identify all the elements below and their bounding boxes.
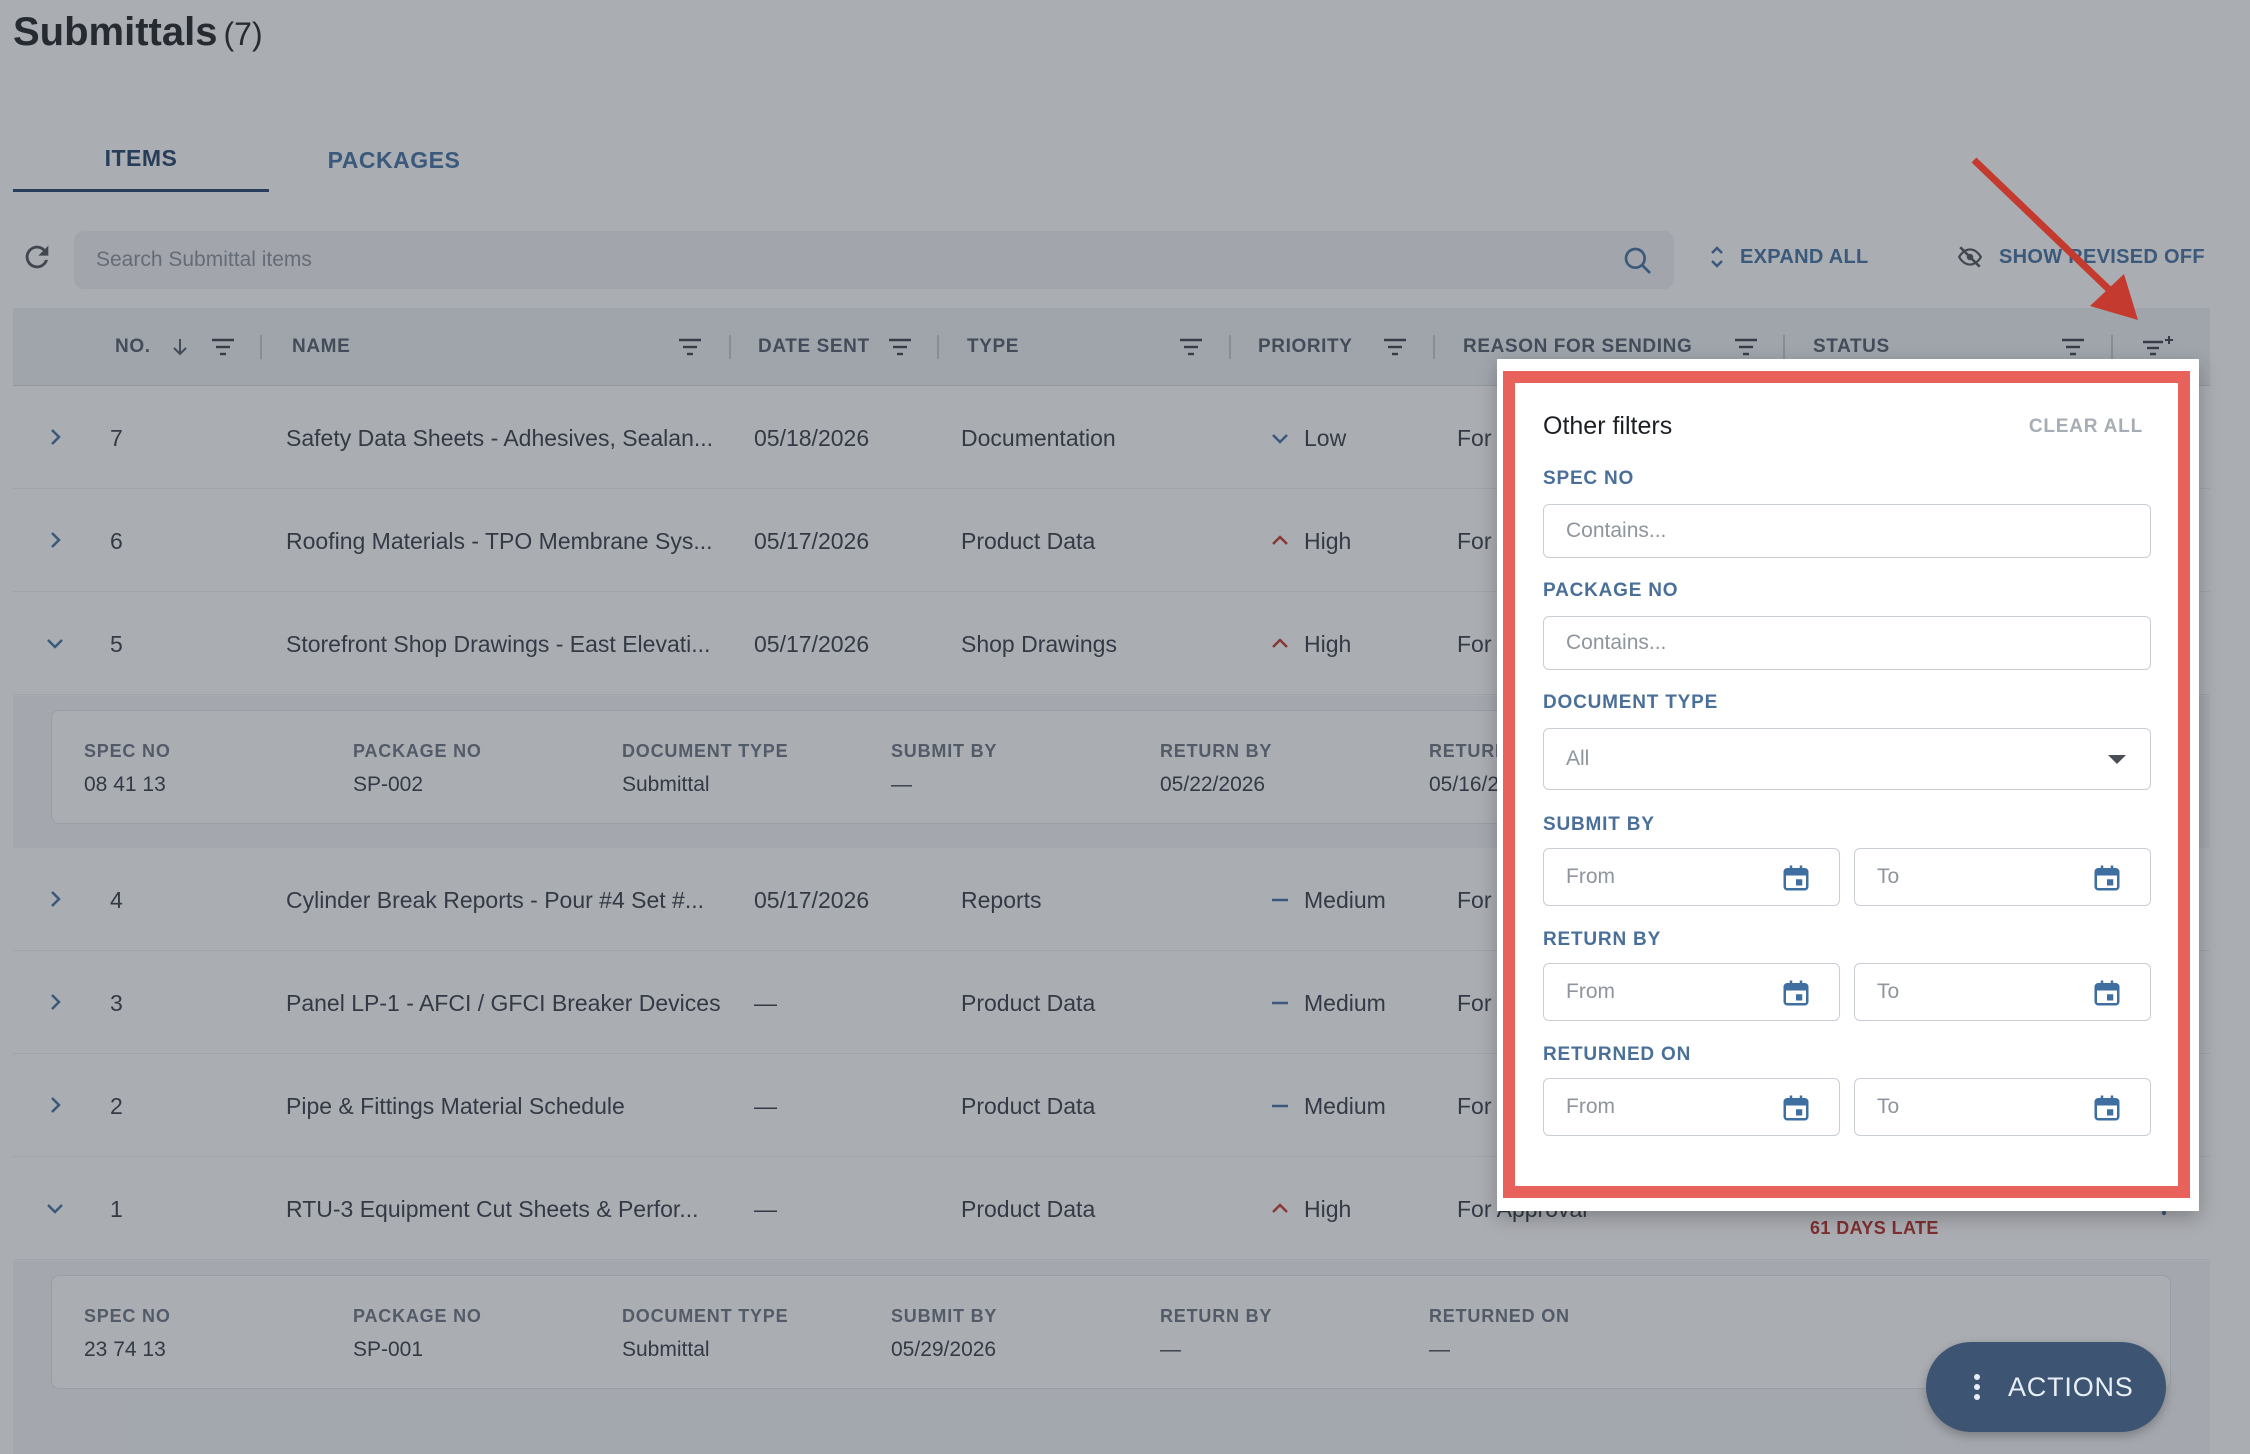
calendar-icon[interactable]: [1781, 863, 1811, 893]
actions-label: ACTIONS: [2008, 1371, 2134, 1402]
more-vertical-icon: [1974, 1374, 1980, 1400]
date-placeholder: From: [1566, 1095, 1615, 1118]
returned-on-from[interactable]: From: [1543, 1078, 1840, 1136]
document-type-label: DOCUMENT TYPE: [1543, 692, 1719, 713]
returned-on-label: RETURNED ON: [1543, 1044, 1692, 1065]
date-placeholder: To: [1877, 865, 1900, 888]
date-placeholder: From: [1566, 865, 1615, 888]
filters-title: Other filters: [1543, 412, 1673, 440]
document-type-value: All: [1566, 747, 1590, 770]
calendar-icon[interactable]: [1781, 1093, 1811, 1123]
date-placeholder: To: [1877, 980, 1900, 1003]
spec-no-input[interactable]: [1543, 504, 2151, 558]
package-no-input[interactable]: [1543, 616, 2151, 670]
return-by-label: RETURN BY: [1543, 929, 1662, 950]
return-by-from[interactable]: From: [1543, 963, 1840, 1021]
returned-on-to[interactable]: To: [1854, 1078, 2151, 1136]
submit-by-label: SUBMIT BY: [1543, 814, 1655, 835]
calendar-icon[interactable]: [2092, 1093, 2122, 1123]
clear-all-button[interactable]: CLEAR ALL: [2029, 416, 2143, 438]
spec-no-label: SPEC NO: [1543, 468, 1635, 489]
date-placeholder: From: [1566, 980, 1615, 1003]
package-no-label: PACKAGE NO: [1543, 580, 1679, 601]
submit-by-from[interactable]: From: [1543, 848, 1840, 906]
submittals-page: Submittals(7) ITEMS PACKAGES EXPAND ALL …: [0, 0, 2250, 1454]
calendar-icon[interactable]: [2092, 978, 2122, 1008]
actions-button[interactable]: ACTIONS: [1926, 1342, 2166, 1432]
caret-down-icon: [2108, 755, 2126, 764]
submit-by-to[interactable]: To: [1854, 848, 2151, 906]
calendar-icon[interactable]: [1781, 978, 1811, 1008]
document-type-select[interactable]: All: [1543, 728, 2151, 790]
calendar-icon[interactable]: [2092, 863, 2122, 893]
date-placeholder: To: [1877, 1095, 1900, 1118]
return-by-to[interactable]: To: [1854, 963, 2151, 1021]
